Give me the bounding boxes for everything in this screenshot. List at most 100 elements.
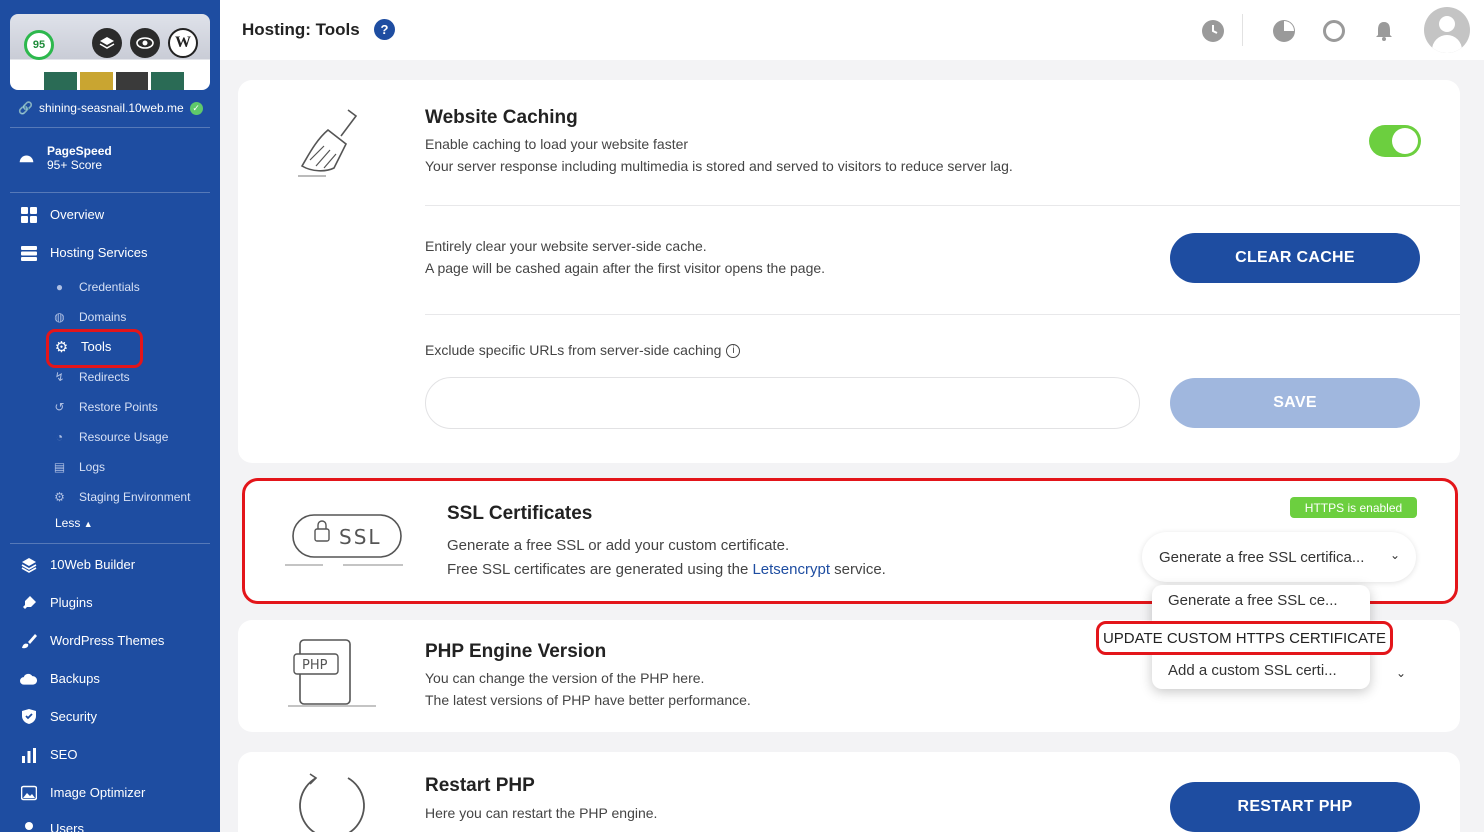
sidebar-item-domains[interactable]: ◍ Domains <box>52 309 126 324</box>
less-label: Less <box>55 516 81 530</box>
ssl-select-value: Generate a free SSL certifica... <box>1159 548 1365 566</box>
php-desc-2: The latest versions of PHP have better p… <box>425 692 751 708</box>
sidebar-item-resource-usage[interactable]: ◔ Resource Usage <box>52 429 169 444</box>
ssl-title: SSL Certificates <box>447 503 593 524</box>
nav-label: Image Optimizer <box>50 785 146 800</box>
restart-icon <box>296 770 368 832</box>
nav-label: Hosting Services <box>50 245 148 260</box>
sub-label: Restore Points <box>79 399 158 414</box>
sidebar-item-logs[interactable]: ▤ Logs <box>52 459 105 474</box>
divider <box>425 314 1460 315</box>
globe-icon: ◍ <box>54 309 65 324</box>
restart-php-card: Restart PHP Here you can restart the PHP… <box>238 752 1460 832</box>
site-url[interactable]: 🔗 shining-seasnail.10web.me ✓ <box>18 101 203 115</box>
bell-icon[interactable] <box>1373 20 1395 42</box>
server-icon <box>20 244 37 261</box>
restore-icon: ↺ <box>54 399 65 414</box>
layers-icon <box>20 556 37 573</box>
website-caching-card: Website Caching Enable caching to load y… <box>238 80 1460 463</box>
php-file-icon: PHP <box>286 636 378 715</box>
sidebar-item-credentials[interactable]: ● Credentials <box>52 279 140 294</box>
sidebar-item-staging-environment[interactable]: ⚙ Staging Environment <box>52 489 190 504</box>
exclude-urls-input[interactable] <box>425 377 1140 429</box>
chevron-down-icon: ⌄ <box>1389 548 1400 562</box>
sub-label: Redirects <box>79 369 130 384</box>
letsencrypt-link[interactable]: Letsencrypt <box>752 561 830 578</box>
sidebar-item-tools[interactable]: ⚙ Tools <box>54 339 112 356</box>
pie-chart-icon[interactable] <box>1273 20 1295 42</box>
save-button[interactable]: SAVE <box>1170 378 1420 428</box>
info-icon: ● <box>55 279 64 294</box>
clock-icon[interactable] <box>1202 20 1224 42</box>
nav-item-plugins[interactable]: Plugins <box>20 594 93 611</box>
nav-item-wordpress-themes[interactable]: WordPress Themes <box>20 632 164 649</box>
layers-icon[interactable] <box>92 28 122 58</box>
dropdown-item-add-custom-ssl[interactable]: Add a custom SSL certi... <box>1168 662 1337 679</box>
brush-icon <box>20 632 37 649</box>
eye-icon[interactable] <box>130 28 160 58</box>
pagespeed-item[interactable]: PageSpeed 95+ Score <box>18 144 112 172</box>
sub-label: Logs <box>79 459 106 474</box>
ssl-select[interactable]: Generate a free SSL certifica... ⌄ <box>1142 532 1416 582</box>
nav-label: Security <box>50 709 97 724</box>
sidebar-item-restore-points[interactable]: ↺ Restore Points <box>52 399 158 414</box>
php-illus-label: PHP <box>302 658 328 673</box>
nav-item-seo[interactable]: SEO <box>20 746 77 763</box>
nav-label: WordPress Themes <box>50 633 165 648</box>
help-icon[interactable]: ? <box>374 19 395 40</box>
nav-label: Plugins <box>50 595 93 610</box>
top-header: Hosting: Tools ? <box>220 0 1484 60</box>
check-icon: ✓ <box>189 101 203 115</box>
page-title: Hosting: Tools <box>242 20 360 39</box>
cog-icon: ⚙ <box>54 489 65 504</box>
nav-item-10web-builder[interactable]: 10Web Builder <box>20 556 135 573</box>
nav-label: Backups <box>50 671 100 686</box>
nav-item-overview[interactable]: Overview <box>20 206 104 223</box>
sub-label: Staging Environment <box>79 489 191 504</box>
activity-icon[interactable] <box>1323 20 1345 42</box>
document-icon: ▤ <box>53 459 66 474</box>
nav-item-image-optimizer[interactable]: Image Optimizer <box>20 784 145 801</box>
ssl-desc-2-pre: Free SSL certificates are generated usin… <box>447 561 753 578</box>
wordpress-icon[interactable]: W <box>168 28 198 58</box>
php-desc-1: You can change the version of the PHP he… <box>425 670 705 686</box>
broom-icon <box>296 106 372 187</box>
restart-desc-1: Here you can restart the PHP engine. <box>425 805 658 821</box>
clear-cache-button[interactable]: CLEAR CACHE <box>1170 233 1420 283</box>
sidebar-item-redirects[interactable]: ↯ Redirects <box>52 369 130 384</box>
restart-title: Restart PHP <box>425 775 535 796</box>
info-icon[interactable]: i <box>726 344 741 359</box>
gauge-icon: ◔ <box>55 429 64 444</box>
ssl-desc-2-post: service. <box>830 561 886 578</box>
restart-php-button[interactable]: RESTART PHP <box>1170 782 1420 832</box>
dropdown-item-update-custom-https[interactable]: UPDATE CUSTOM HTTPS CERTIFICATE <box>1096 621 1393 655</box>
avatar[interactable] <box>1424 7 1470 53</box>
php-title: PHP Engine Version <box>425 641 607 662</box>
site-thumbnail[interactable]: 95 W <box>10 14 210 90</box>
nav-label: Overview <box>50 207 105 222</box>
sidebar: 95 W 🔗 shining-seasnail.10web.me ✓ PageS… <box>0 0 220 832</box>
ssl-desc-1: Generate a free SSL or add your custom c… <box>447 537 790 554</box>
nav-item-users[interactable]: Users <box>20 820 84 832</box>
caching-title: Website Caching <box>425 107 578 128</box>
sub-label: Tools <box>81 339 112 354</box>
grid-icon <box>20 206 37 223</box>
nav-item-hosting-services[interactable]: Hosting Services <box>20 244 148 261</box>
nav-item-backups[interactable]: Backups <box>20 670 100 687</box>
users-icon <box>20 820 37 832</box>
divider <box>10 543 210 544</box>
nav-item-security[interactable]: Security <box>20 708 97 725</box>
ssl-illus-label: SSL <box>339 525 382 549</box>
chevron-up-icon: ▲ <box>83 519 93 529</box>
dropdown-item-generate-ssl[interactable]: Generate a free SSL ce... <box>1168 592 1338 609</box>
less-toggle[interactable]: Less ▲ <box>55 516 93 530</box>
sub-label: Domains <box>79 309 127 324</box>
caching-toggle[interactable] <box>1369 125 1421 157</box>
pagespeed-score: 95+ Score <box>47 158 103 172</box>
clear-desc-2: A page will be cashed again after the fi… <box>425 260 826 276</box>
ssl-lock-icon: SSL <box>283 509 407 580</box>
image-icon <box>20 784 37 801</box>
php-version-chevron-down-icon[interactable]: ⌄ <box>1396 666 1406 680</box>
exclude-label: Exclude specific URLs from server-side c… <box>425 339 741 361</box>
ssl-desc-2: Free SSL certificates are generated usin… <box>447 559 886 581</box>
